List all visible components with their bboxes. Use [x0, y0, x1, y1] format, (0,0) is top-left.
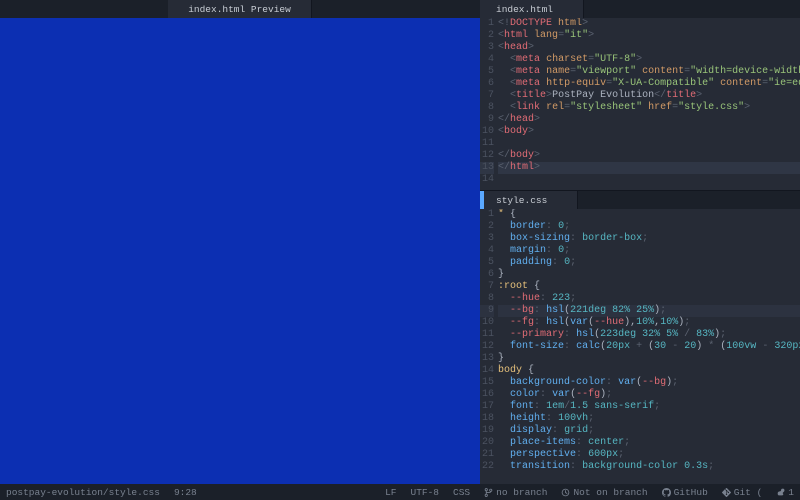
- status-updates[interactable]: 1: [776, 487, 794, 498]
- status-updates-count: 1: [788, 487, 794, 498]
- status-grammar[interactable]: CSS: [453, 487, 470, 498]
- status-github[interactable]: GitHub: [662, 487, 708, 498]
- sync-icon: [561, 488, 570, 497]
- status-git[interactable]: Git (: [722, 487, 763, 498]
- tab-index-html[interactable]: index.html: [480, 0, 584, 18]
- tabbar-html: index.html: [480, 0, 800, 18]
- status-bar: postpay-evolution/style.css 9:28 LF UTF-…: [0, 484, 800, 500]
- editor-html[interactable]: 1234567891011121314 <!DOCTYPE html><html…: [480, 18, 800, 190]
- preview-surface: [0, 18, 480, 484]
- status-github-label: GitHub: [674, 487, 708, 498]
- status-branch-label: no branch: [496, 487, 547, 498]
- status-encoding[interactable]: UTF-8: [411, 487, 440, 498]
- tabbar-preview: index.html Preview: [0, 0, 480, 18]
- code-css[interactable]: * { border: 0; box-sizing: border-box; m…: [498, 209, 800, 484]
- editor-css[interactable]: 12345678910111213141516171819202122 * { …: [480, 209, 800, 484]
- status-filepath[interactable]: postpay-evolution/style.css: [6, 487, 160, 498]
- status-branch[interactable]: no branch: [484, 487, 547, 498]
- active-pane-indicator: [480, 191, 484, 209]
- code-html[interactable]: <!DOCTYPE html><html lang="it"><head> <m…: [498, 18, 800, 190]
- pane-html-editor: index.html 1234567891011121314 <!DOCTYPE…: [480, 0, 800, 190]
- branch-icon: [484, 488, 493, 497]
- updates-squirrel-icon: [776, 488, 785, 497]
- status-linefeed[interactable]: LF: [385, 487, 396, 498]
- tab-style-css[interactable]: style.css: [480, 191, 578, 209]
- tabbar-spacer: [578, 191, 800, 209]
- status-fetch-label: Not on branch: [573, 487, 647, 498]
- pane-css-editor: style.css 123456789101112131415161718192…: [480, 190, 800, 484]
- pane-preview: index.html Preview: [0, 0, 480, 484]
- git-icon: [722, 488, 731, 497]
- tabbar-spacer: [584, 0, 800, 18]
- tabbar-css: style.css: [480, 191, 800, 209]
- github-icon: [662, 488, 671, 497]
- gutter-html: 1234567891011121314: [480, 18, 498, 190]
- status-fetch[interactable]: Not on branch: [561, 487, 647, 498]
- editor-panes: index.html 1234567891011121314 <!DOCTYPE…: [0, 0, 800, 484]
- status-git-label: Git (: [734, 487, 763, 498]
- gutter-css: 12345678910111213141516171819202122: [480, 209, 498, 484]
- tab-preview[interactable]: index.html Preview: [168, 0, 312, 18]
- status-cursor-pos[interactable]: 9:28: [174, 487, 197, 498]
